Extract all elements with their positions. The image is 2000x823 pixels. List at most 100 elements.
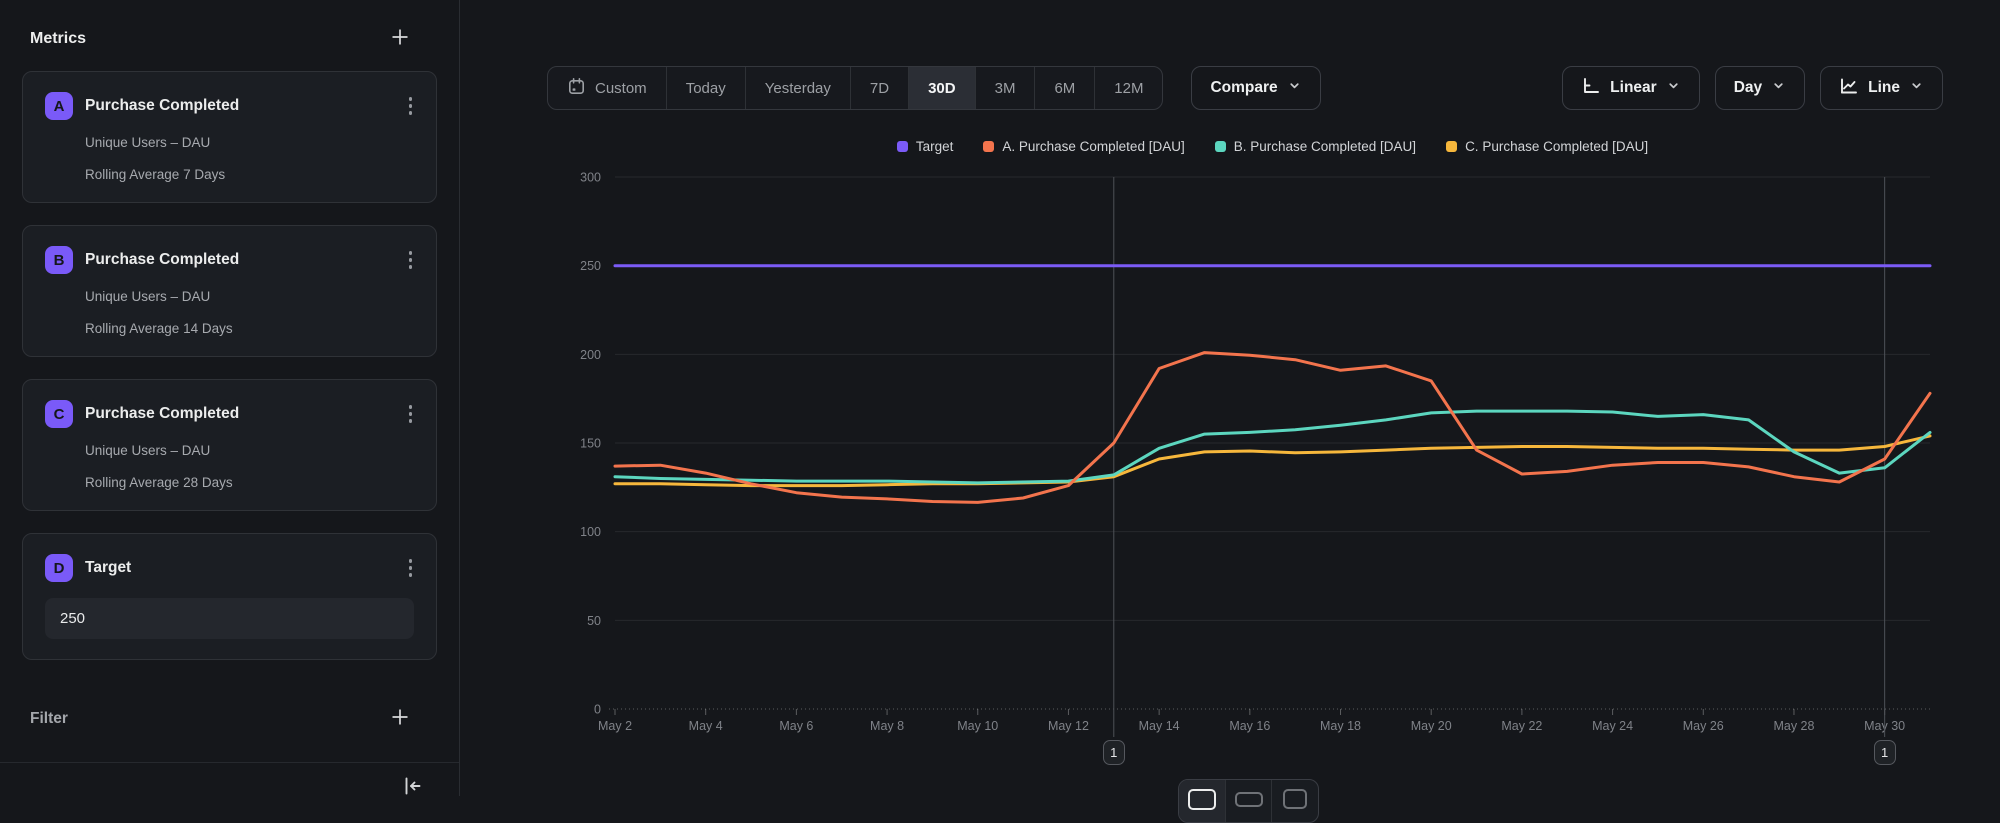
chart-type-label: Line: [1868, 79, 1900, 97]
metric-badge-c: C: [45, 400, 73, 428]
metric-transform: Rolling Average 7 Days: [85, 167, 414, 182]
plus-icon: [391, 708, 409, 729]
granularity-select-button[interactable]: Day: [1715, 66, 1805, 110]
target-card[interactable]: D Target: [22, 533, 437, 660]
metric-title: Purchase Completed: [85, 97, 239, 115]
legend-label: B. Purchase Completed [DAU]: [1234, 139, 1416, 154]
kebab-menu-icon[interactable]: [407, 93, 415, 119]
calendar-icon: [567, 77, 586, 100]
chart-type-select-button[interactable]: Line: [1820, 66, 1943, 110]
add-filter-button[interactable]: [391, 708, 409, 729]
kebab-menu-icon[interactable]: [407, 247, 415, 273]
x-tick-label: May 20: [1411, 719, 1452, 733]
x-tick-label: May 2: [598, 719, 632, 733]
target-title: Target: [85, 559, 131, 577]
range-3m[interactable]: 3M: [975, 67, 1035, 109]
collapse-sidebar-button[interactable]: [401, 775, 423, 800]
metrics-sidebar: Metrics A Purchase Completed Unique User…: [0, 0, 460, 796]
x-tick-label: May 18: [1320, 719, 1361, 733]
chart-panel: Custom Today Yesterday 7D 30D 3M 6M 12M …: [460, 0, 2000, 796]
x-tick-label: May 12: [1048, 719, 1089, 733]
chart-size-small[interactable]: [1271, 780, 1318, 822]
legend-item-c[interactable]: C. Purchase Completed [DAU]: [1446, 139, 1648, 154]
annotation-badge[interactable]: 1: [1103, 740, 1125, 765]
filter-section: Filter: [0, 708, 459, 729]
date-range-segmented-control: Custom Today Yesterday 7D 30D 3M 6M 12M: [547, 66, 1163, 110]
legend-label: C. Purchase Completed [DAU]: [1465, 139, 1648, 154]
range-30d[interactable]: 30D: [908, 67, 975, 109]
range-label: 12M: [1114, 80, 1143, 97]
sidebar-header: Metrics: [0, 0, 459, 49]
metric-badge-d: D: [45, 554, 73, 582]
line-chart-plot: 050100150200250300May 2May 4May 6May 8Ma…: [615, 177, 1930, 796]
legend-item-a[interactable]: A. Purchase Completed [DAU]: [983, 139, 1184, 154]
metric-badge-b: B: [45, 246, 73, 274]
filter-label: Filter: [30, 710, 68, 728]
x-tick-label: May 16: [1229, 719, 1270, 733]
sidebar-title: Metrics: [30, 30, 86, 48]
kebab-menu-icon[interactable]: [407, 401, 415, 427]
range-label: 3M: [995, 80, 1016, 97]
metric-measure: Unique Users – DAU: [85, 443, 414, 458]
series-line-b[interactable]: [615, 411, 1930, 483]
metric-card-c[interactable]: C Purchase Completed Unique Users – DAU …: [22, 379, 437, 511]
range-label: 6M: [1054, 80, 1075, 97]
compare-button[interactable]: Compare: [1191, 66, 1320, 110]
metric-card-b[interactable]: B Purchase Completed Unique Users – DAU …: [22, 225, 437, 357]
chart-size-segmented-control: [1178, 779, 1319, 823]
range-label: Custom: [595, 80, 647, 97]
range-today[interactable]: Today: [666, 67, 745, 109]
y-tick-label: 300: [580, 171, 601, 185]
metric-transform: Rolling Average 14 Days: [85, 321, 414, 336]
metric-transform: Rolling Average 28 Days: [85, 475, 414, 490]
chart-size-large[interactable]: [1179, 780, 1225, 822]
y-tick-label: 0: [594, 703, 601, 717]
range-custom[interactable]: Custom: [548, 67, 666, 109]
legend-item-b[interactable]: B. Purchase Completed [DAU]: [1215, 139, 1416, 154]
metric-title: Purchase Completed: [85, 405, 239, 423]
metric-title: Purchase Completed: [85, 251, 239, 269]
scale-label: Linear: [1610, 79, 1657, 97]
metric-card-a[interactable]: A Purchase Completed Unique Users – DAU …: [22, 71, 437, 203]
legend-label: A. Purchase Completed [DAU]: [1002, 139, 1184, 154]
y-tick-label: 250: [580, 259, 601, 273]
collapse-left-icon: [401, 775, 423, 800]
date-range-toolbar: Custom Today Yesterday 7D 30D 3M 6M 12M …: [547, 66, 1321, 110]
y-tick-label: 50: [587, 614, 601, 628]
range-label: Today: [686, 80, 726, 97]
chevron-down-icon: [1287, 78, 1302, 98]
x-tick-label: May 4: [689, 719, 723, 733]
legend-item-target[interactable]: Target: [897, 139, 954, 154]
range-12m[interactable]: 12M: [1094, 67, 1162, 109]
x-tick-label: May 28: [1773, 719, 1814, 733]
chevron-down-icon: [1666, 78, 1681, 98]
chevron-down-icon: [1771, 78, 1786, 98]
add-metric-button[interactable]: [391, 28, 409, 49]
plus-icon: [391, 28, 409, 49]
chart-legend: Target A. Purchase Completed [DAU] B. Pu…: [615, 139, 1930, 154]
line-chart-icon: [1839, 76, 1859, 101]
medium-rect-icon: [1235, 792, 1263, 807]
compare-label: Compare: [1210, 79, 1277, 97]
x-tick-label: May 26: [1683, 719, 1724, 733]
range-7d[interactable]: 7D: [850, 67, 908, 109]
x-tick-label: May 22: [1501, 719, 1542, 733]
sidebar-footer-divider: [0, 762, 459, 763]
legend-swatch: [897, 141, 908, 152]
legend-swatch: [983, 141, 994, 152]
range-yesterday[interactable]: Yesterday: [745, 67, 850, 109]
range-6m[interactable]: 6M: [1034, 67, 1094, 109]
chart-size-medium[interactable]: [1225, 780, 1272, 822]
metric-measure: Unique Users – DAU: [85, 135, 414, 150]
y-tick-label: 200: [580, 348, 601, 362]
kebab-menu-icon[interactable]: [407, 555, 415, 581]
target-value-input[interactable]: [45, 598, 414, 639]
legend-swatch: [1215, 141, 1226, 152]
x-tick-label: May 10: [957, 719, 998, 733]
scale-select-button[interactable]: Linear: [1562, 66, 1700, 110]
x-tick-label: May 8: [870, 719, 904, 733]
y-tick-label: 150: [580, 437, 601, 451]
annotation-badge[interactable]: 1: [1874, 740, 1896, 765]
metric-badge-a: A: [45, 92, 73, 120]
granularity-label: Day: [1734, 79, 1762, 97]
